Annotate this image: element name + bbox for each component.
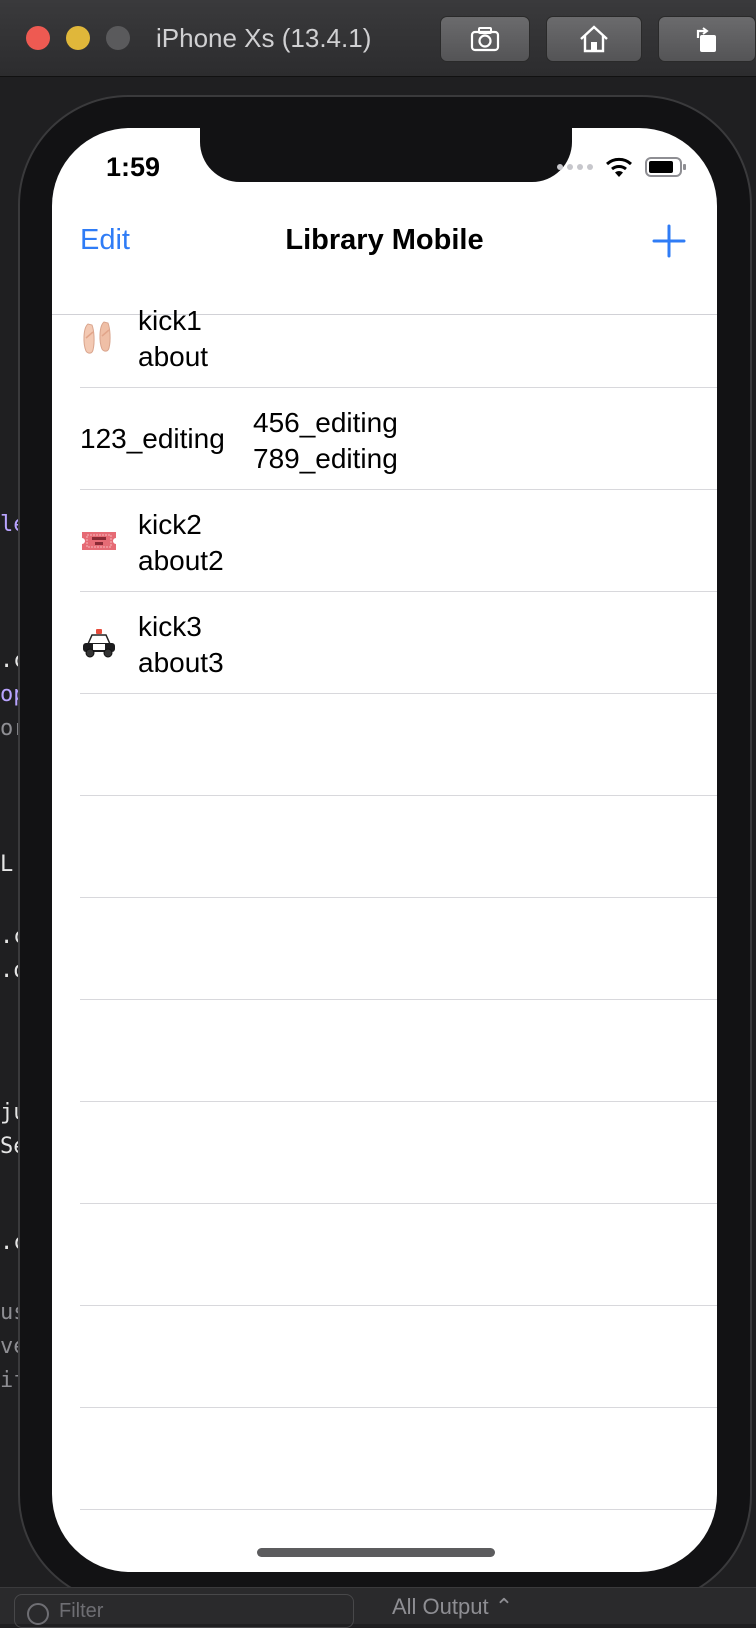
empty-row [80, 1510, 717, 1572]
page-title: Library Mobile [285, 224, 484, 256]
row-right-bottom: 789_editing [253, 443, 398, 474]
output-selector[interactable]: All Output ⌃ [392, 1592, 513, 1622]
row-title: kick2 [138, 509, 202, 540]
row-subtitle: about2 [138, 545, 224, 576]
simulator-titlebar: iPhone Xs (13.4.1) [0, 0, 756, 77]
empty-row [80, 1408, 717, 1510]
row-left-label: 123_editing [80, 423, 225, 454]
simulator-title: iPhone Xs (13.4.1) [156, 23, 372, 53]
filter-placeholder: Filter [59, 1600, 104, 1622]
table-row[interactable]: kick3 about3 [80, 592, 717, 694]
bg-code-fragment: L [0, 852, 14, 877]
screenshot-icon [470, 27, 500, 52]
table-row[interactable]: kick2 about2 [80, 490, 717, 592]
table-row[interactable]: kick1 about [80, 286, 717, 388]
status-time: 1:59 [106, 152, 161, 182]
chevron-updown-icon: ⌃ [494, 1594, 514, 1619]
empty-row [80, 1306, 717, 1408]
rotate-button[interactable] [658, 16, 756, 62]
filter-icon [27, 1603, 49, 1625]
output-label: All Output [392, 1594, 489, 1619]
home-button[interactable] [546, 16, 642, 62]
screenshot-button[interactable] [440, 16, 530, 62]
close-window-button[interactable] [26, 26, 50, 50]
status-icons [557, 156, 687, 178]
rotate-icon [696, 27, 716, 52]
police-car-icon [83, 629, 115, 658]
phone-screen: 1:59 Edit Library Mobile kick1 about 123… [52, 128, 717, 1572]
empty-row [80, 796, 717, 898]
ballet-shoes-icon [83, 321, 111, 354]
empty-row [80, 694, 717, 796]
battery-icon [645, 157, 686, 177]
row-title: kick1 [138, 305, 202, 336]
home-icon [580, 25, 608, 53]
minimize-window-button[interactable] [66, 26, 90, 50]
table-view[interactable]: kick1 about 123_editing 456_editing 789_… [52, 286, 717, 1572]
row-title: kick3 [138, 611, 202, 642]
row-subtitle: about [138, 341, 209, 372]
add-button[interactable] [652, 224, 686, 258]
empty-row [80, 898, 717, 1000]
zoom-window-button[interactable] [106, 26, 130, 50]
notch [200, 128, 572, 182]
filter-input[interactable]: Filter [14, 1594, 354, 1628]
ticket-icon [82, 532, 116, 550]
home-indicator[interactable] [257, 1548, 495, 1557]
table-row[interactable]: 123_editing 456_editing 789_editing [80, 388, 717, 490]
empty-row [80, 1000, 717, 1102]
empty-row [80, 1102, 717, 1204]
row-subtitle: about3 [138, 647, 224, 678]
cellular-signal-icon [557, 164, 593, 170]
debug-bottom-bar: Filter All Output ⌃ [0, 1587, 756, 1628]
empty-row [80, 1204, 717, 1306]
row-right-top: 456_editing [253, 407, 398, 438]
wifi-icon [606, 157, 632, 177]
